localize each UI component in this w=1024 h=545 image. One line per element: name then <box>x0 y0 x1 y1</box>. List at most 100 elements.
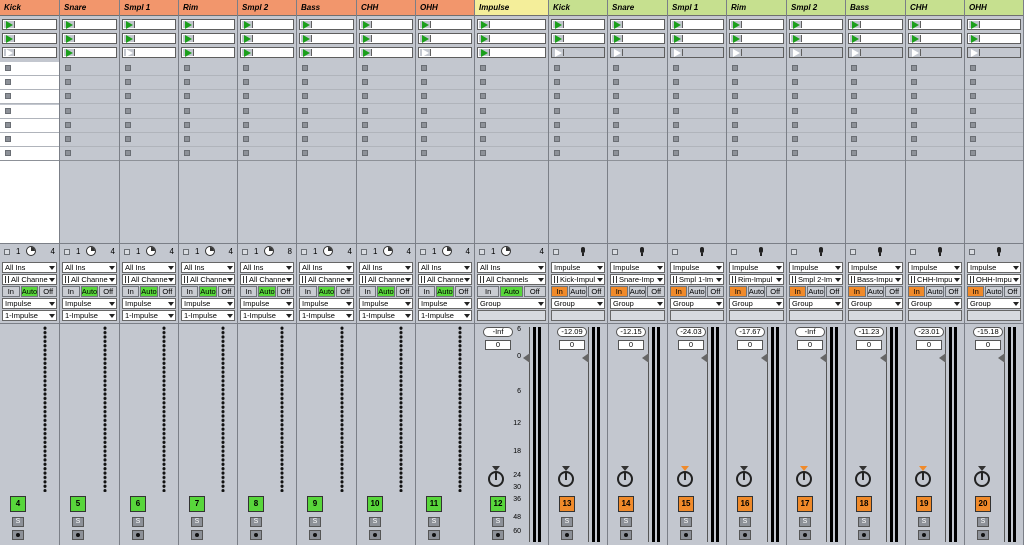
volume-field[interactable]: -Inf <box>483 327 513 337</box>
clip-empty-area[interactable] <box>238 160 296 244</box>
input-type-select[interactable]: All Ins <box>181 262 235 273</box>
clip-stop-slot[interactable] <box>0 104 59 119</box>
clip-stop-slot[interactable] <box>0 90 59 105</box>
clip-stop-slot[interactable] <box>475 62 548 76</box>
clip-stop-slot[interactable] <box>120 62 178 76</box>
clip-slot[interactable] <box>418 47 472 58</box>
clip-stop-slot[interactable] <box>416 119 474 133</box>
output-channel-select[interactable]: 1-Impulse <box>2 310 57 321</box>
input-channel-select[interactable]: All Channe <box>122 274 176 285</box>
track-title[interactable]: Rim <box>179 0 237 16</box>
clip-slot[interactable] <box>610 19 665 30</box>
clip-stop-slot[interactable] <box>846 76 905 91</box>
clip-slot[interactable] <box>477 47 546 58</box>
clip-stop-slot[interactable] <box>60 90 119 105</box>
clip-slot[interactable] <box>908 33 962 44</box>
clip-stop-slot[interactable] <box>357 105 415 119</box>
clip-stop-slot[interactable] <box>846 90 905 105</box>
clip-empty-area[interactable] <box>0 160 59 244</box>
input-type-select[interactable]: All Ins <box>359 262 413 273</box>
clip-slot[interactable] <box>62 33 117 44</box>
track-title[interactable]: CHH <box>357 0 415 16</box>
clip-stop-slot[interactable] <box>238 133 296 147</box>
track-title[interactable]: Snare <box>608 0 667 16</box>
output-type-select[interactable]: Impulse <box>181 298 235 309</box>
clip-stop-slot[interactable] <box>668 133 726 147</box>
solo-button[interactable]: S <box>492 517 504 527</box>
monitor-off-button[interactable]: Off <box>158 286 176 297</box>
clip-stop-slot[interactable] <box>0 76 59 91</box>
monitor-auto-button[interactable]: Auto <box>20 286 39 297</box>
clip-slot[interactable] <box>122 33 176 44</box>
play-clip-button[interactable] <box>612 35 623 43</box>
monitor-off-button[interactable]: Off <box>523 286 546 297</box>
clip-stop-slot[interactable] <box>727 90 786 105</box>
input-channel-select[interactable]: All Channe <box>240 274 294 285</box>
play-clip-button[interactable] <box>791 35 802 43</box>
fader-handle[interactable] <box>998 353 1005 363</box>
play-clip-button[interactable] <box>910 21 921 29</box>
clip-slot[interactable] <box>789 47 843 58</box>
monitor-auto-button[interactable]: Auto <box>436 286 454 297</box>
play-clip-button[interactable] <box>479 35 490 43</box>
play-clip-button[interactable] <box>124 35 135 43</box>
clip-stop-slot[interactable] <box>179 62 237 76</box>
stop-all-icon[interactable] <box>479 249 485 255</box>
clip-stop-slot[interactable] <box>60 62 119 76</box>
play-clip-button[interactable] <box>361 35 372 43</box>
clip-stop-slot[interactable] <box>906 62 964 76</box>
track-activator-button[interactable]: 17 <box>797 496 813 512</box>
play-clip-button[interactable] <box>850 35 861 43</box>
clip-stop-slot[interactable] <box>727 133 786 147</box>
clip-slot[interactable] <box>967 19 1021 30</box>
monitor-auto-button[interactable]: Auto <box>500 286 523 297</box>
clip-stop-slot[interactable] <box>238 62 296 76</box>
clip-slot[interactable] <box>418 19 472 30</box>
fader-handle[interactable] <box>642 353 649 363</box>
clip-stop-slot[interactable] <box>965 105 1023 119</box>
clip-slot[interactable] <box>2 47 57 58</box>
clip-empty-area[interactable] <box>549 160 607 244</box>
stop-all-icon[interactable] <box>183 249 189 255</box>
fader-handle[interactable] <box>701 353 708 363</box>
clip-stop-slot[interactable] <box>846 119 905 133</box>
clip-empty-area[interactable] <box>727 160 786 244</box>
track-activator-button[interactable]: 12 <box>490 496 506 512</box>
clip-stop-slot[interactable] <box>608 105 667 119</box>
solo-button[interactable]: S <box>918 517 930 527</box>
clip-stop-slot[interactable] <box>787 90 845 105</box>
solo-button[interactable]: S <box>12 517 24 527</box>
play-clip-button[interactable] <box>969 49 980 57</box>
play-clip-button[interactable] <box>910 35 921 43</box>
input-channel-select[interactable]: All Channe <box>2 274 57 285</box>
track-title[interactable]: Smpl 2 <box>238 0 296 16</box>
clip-empty-area[interactable] <box>357 160 415 244</box>
clip-slot[interactable] <box>729 47 784 58</box>
clip-stop-slot[interactable] <box>60 119 119 133</box>
clip-slot[interactable] <box>477 33 546 44</box>
pan-knob[interactable] <box>854 466 872 488</box>
play-clip-button[interactable] <box>479 49 490 57</box>
monitor-off-button[interactable]: Off <box>276 286 294 297</box>
input-type-select[interactable]: All Ins <box>477 262 546 273</box>
monitor-in-button[interactable]: In <box>477 286 500 297</box>
output-type-select[interactable]: Group <box>551 298 605 309</box>
clip-stop-slot[interactable] <box>179 133 237 147</box>
output-channel-select[interactable]: 1-Impulse <box>181 310 235 321</box>
stop-all-icon[interactable] <box>731 249 737 255</box>
clip-stop-slot[interactable] <box>549 62 607 76</box>
clip-stop-slot[interactable] <box>416 76 474 91</box>
arm-button[interactable] <box>918 530 930 540</box>
clip-stop-slot[interactable] <box>179 90 237 105</box>
play-clip-button[interactable] <box>731 49 742 57</box>
stop-all-icon[interactable] <box>910 249 916 255</box>
output-type-select[interactable]: Impulse <box>62 298 117 309</box>
input-channel-select[interactable]: All Channe <box>181 274 235 285</box>
track-activator-button[interactable]: 6 <box>130 496 146 512</box>
fader-handle[interactable] <box>523 353 530 363</box>
solo-button[interactable]: S <box>561 517 573 527</box>
input-channel-select[interactable]: All Channe <box>299 274 354 285</box>
clip-stop-slot[interactable] <box>179 76 237 91</box>
play-clip-button[interactable] <box>64 21 75 29</box>
monitor-in-button[interactable]: In <box>670 286 688 297</box>
